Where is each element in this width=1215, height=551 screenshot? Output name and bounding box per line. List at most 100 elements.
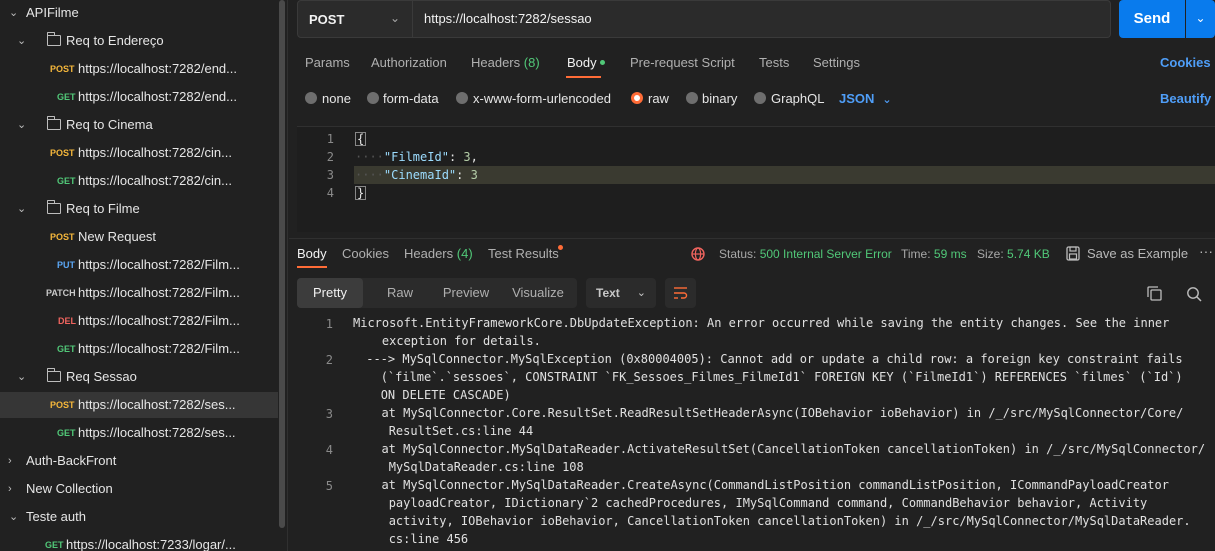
size-value[interactable]: 5.74 KB — [1007, 247, 1050, 261]
main-panel: POST ⌄ https://localhost:7282/sessao Sen… — [289, 0, 1215, 551]
close-brace: } — [355, 186, 367, 200]
send-dropdown-button[interactable]: ⌄ — [1186, 0, 1215, 38]
method-badge: GET — [57, 428, 76, 438]
request-item[interactable]: DEL https://localhost:7282/Film... — [0, 308, 278, 334]
chevron-down-icon[interactable]: ⌄ — [17, 112, 26, 138]
request-label: https://localhost:7282/cin... — [78, 173, 232, 188]
request-item[interactable]: GET https://localhost:7282/cin... — [0, 168, 278, 194]
method-badge: GET — [45, 540, 64, 550]
collection-auth-backfront[interactable]: › Auth-BackFront — [0, 448, 278, 474]
globe-error-icon[interactable] — [690, 246, 706, 262]
request-item[interactable]: GET https://localhost:7282/end... — [0, 84, 278, 110]
status-value[interactable]: 500 Internal Server Error — [760, 247, 892, 261]
radio-raw[interactable] — [631, 92, 643, 104]
response-divider[interactable] — [289, 238, 1215, 239]
radio-none[interactable] — [305, 92, 317, 104]
wrap-lines-button[interactable] — [665, 278, 696, 308]
more-options-icon[interactable]: ··· — [1199, 243, 1213, 259]
search-icon[interactable] — [1186, 286, 1202, 302]
tab-settings[interactable]: Settings — [813, 55, 860, 70]
folder-req-sessao[interactable]: ⌄ Req Sessao — [0, 364, 278, 390]
beautify-link[interactable]: Beautify — [1160, 91, 1211, 106]
radio-raw-label: raw — [648, 91, 669, 106]
chevron-right-icon[interactable]: › — [8, 448, 12, 474]
body-editor[interactable]: 1 2 3 4 { ····"FilmeId": 3, ····"CinemaI… — [297, 126, 1215, 232]
radio-none-label: none — [322, 91, 351, 106]
chevron-down-icon: ⌄ — [636, 287, 646, 299]
request-item[interactable]: POST https://localhost:7282/end... — [0, 56, 278, 82]
copy-icon[interactable] — [1147, 286, 1162, 301]
collection-title: APIFilme — [26, 5, 79, 20]
chevron-down-icon[interactable]: ⌄ — [17, 364, 26, 390]
collection-apifilme[interactable]: ⌄ APIFilme — [0, 0, 278, 26]
folder-icon — [46, 200, 61, 214]
resp-tab-headers[interactable]: Headers (4) — [404, 246, 473, 261]
chevron-down-icon[interactable]: ⌄ — [9, 0, 18, 26]
tab-authorization[interactable]: Authorization — [371, 55, 447, 70]
radio-form-data[interactable] — [367, 92, 379, 104]
format-select[interactable]: JSON ⌄ — [839, 91, 892, 106]
body-indicator-dot — [599, 60, 605, 65]
request-item[interactable]: PUT https://localhost:7282/Film... — [0, 252, 278, 278]
tab-params[interactable]: Params — [305, 55, 350, 70]
response-line-number: 1 — [325, 317, 333, 331]
method-select[interactable]: POST ⌄ — [297, 0, 413, 38]
request-item[interactable]: PATCH https://localhost:7282/Film... — [0, 280, 278, 306]
time-label: Time: — [901, 247, 931, 261]
chevron-down-icon[interactable]: ⌄ — [9, 504, 18, 530]
collection-label: Auth-BackFront — [26, 453, 117, 468]
method-badge: POST — [50, 64, 75, 74]
headers-count: (8) — [523, 55, 540, 70]
tab-tests[interactable]: Tests — [759, 55, 789, 70]
line-number: 3 — [326, 168, 334, 182]
view-tab-preview[interactable]: Preview — [433, 278, 499, 308]
radio-binary[interactable] — [686, 92, 698, 104]
save-as-example-button[interactable]: Save as Example — [1087, 246, 1188, 261]
request-label: https://localhost:7282/Film... — [78, 257, 240, 272]
folder-req-endereco[interactable]: ⌄ Req to Endereço — [0, 28, 278, 54]
view-tab-visualize[interactable]: Visualize — [505, 278, 571, 308]
resp-tab-body[interactable]: Body — [297, 246, 327, 261]
collection-teste-auth[interactable]: ⌄ Teste auth — [0, 504, 278, 530]
radio-form-data-label: form-data — [383, 91, 439, 106]
method-badge: DEL — [58, 316, 76, 326]
chevron-down-icon[interactable]: ⌄ — [17, 28, 26, 54]
url-input[interactable]: https://localhost:7282/sessao — [413, 0, 1111, 38]
time-value[interactable]: 59 ms — [934, 247, 967, 261]
folder-req-filme[interactable]: ⌄ Req to Filme — [0, 196, 278, 222]
collection-new-collection[interactable]: › New Collection — [0, 476, 278, 502]
method-badge: POST — [50, 148, 75, 158]
request-item[interactable]: GET https://localhost:7233/logar/... — [0, 532, 278, 551]
folder-label: Req to Filme — [66, 201, 140, 216]
radio-urlencoded[interactable] — [456, 92, 468, 104]
tab-headers[interactable]: Headers (8) — [471, 55, 540, 70]
tab-prerequest-script[interactable]: Pre-request Script — [630, 55, 735, 70]
resp-tab-cookies[interactable]: Cookies — [342, 246, 389, 261]
radio-graphql[interactable] — [754, 92, 766, 104]
response-format-label: Text — [596, 286, 620, 300]
send-button[interactable]: Send — [1119, 0, 1185, 38]
status-meta: Status: 500 Internal Server Error — [719, 247, 892, 261]
request-label: https://localhost:7282/ses... — [78, 397, 236, 412]
cookies-link[interactable]: Cookies — [1160, 55, 1211, 70]
request-item[interactable]: POST https://localhost:7282/cin... — [0, 140, 278, 166]
line-number: 4 — [326, 186, 334, 200]
folder-req-cinema[interactable]: ⌄ Req to Cinema — [0, 112, 278, 138]
resp-tab-test-results[interactable]: Test Results — [488, 246, 559, 261]
request-item[interactable]: GET https://localhost:7282/ses... — [0, 420, 278, 446]
response-format-select[interactable]: Text ⌄ — [586, 278, 656, 308]
chevron-down-icon[interactable]: ⌄ — [17, 196, 26, 222]
view-tab-pretty[interactable]: Pretty — [297, 278, 363, 308]
tab-body-label: Body — [567, 55, 597, 70]
request-item[interactable]: POST New Request — [0, 224, 278, 250]
request-item[interactable]: GET https://localhost:7282/Film... — [0, 336, 278, 362]
code-line: } — [355, 186, 367, 200]
folder-label: Req Sessao — [66, 369, 137, 384]
tab-body[interactable]: Body — [567, 55, 605, 70]
wrap-lines-icon — [674, 287, 688, 299]
chevron-right-icon[interactable]: › — [8, 476, 12, 502]
view-tab-raw[interactable]: Raw — [367, 278, 433, 308]
sidebar-scrollbar[interactable] — [279, 0, 285, 528]
radio-binary-label: binary — [702, 91, 738, 106]
request-item-selected[interactable]: POST https://localhost:7282/ses... — [0, 392, 278, 418]
